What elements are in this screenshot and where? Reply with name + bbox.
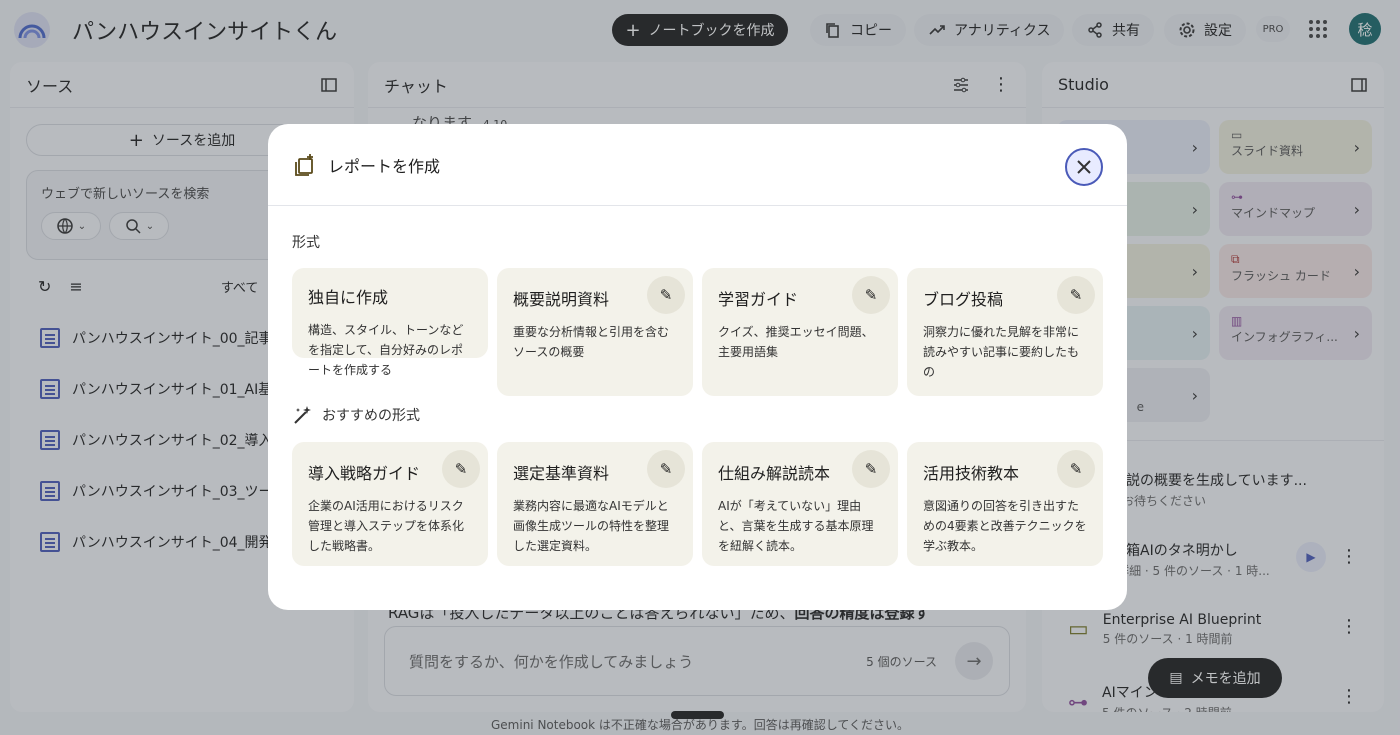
edit-button[interactable]: ✎ [852, 276, 890, 314]
format-card-study-guide[interactable]: 学習ガイド クイズ、推奨エッセイ問題、主要用語集 ✎ [702, 268, 898, 396]
edit-button[interactable]: ✎ [647, 276, 685, 314]
create-report-dialog: レポートを作成 形式 独自に作成 構造、スタイル、トーンなどを指定して、自分好み… [268, 124, 1127, 610]
format-card-custom[interactable]: 独自に作成 構造、スタイル、トーンなどを指定して、自分好みのレポートを作成する [292, 268, 488, 377]
recommended-card[interactable]: 導入戦略ガイド 企業のAI活用におけるリスク管理と導入ステップを体系化した戦略書… [292, 442, 488, 566]
recommended-card[interactable]: 選定基準資料 業務内容に最適なAIモデルと画像生成ツールの特性を整理した選定資料… [497, 442, 693, 566]
format-card-briefing[interactable]: 概要説明資料 重要な分析情報と引用を含むソースの概要 ✎ [497, 268, 693, 396]
edit-button[interactable]: ✎ [647, 450, 685, 488]
format-card-blog-post[interactable]: ブログ投稿 洞察力に優れた見解を非常に読みやすい記事に要約したもの ✎ [907, 268, 1103, 396]
recommended-cards: 導入戦略ガイド 企業のAI活用におけるリスク管理と導入ステップを体系化した戦略書… [292, 442, 1103, 566]
close-icon [1077, 160, 1091, 174]
magic-wand-icon [294, 406, 311, 424]
format-section-label: 形式 [292, 235, 320, 251]
edit-button[interactable]: ✎ [442, 450, 480, 488]
pencil-icon: ✎ [1069, 286, 1083, 304]
pencil-icon: ✎ [454, 460, 468, 478]
close-button[interactable] [1065, 148, 1103, 186]
dialog-title: レポートを作成 [328, 156, 441, 176]
recommended-section-label: おすすめの形式 [292, 404, 420, 426]
report-add-icon [295, 153, 313, 176]
pencil-icon: ✎ [864, 286, 878, 304]
pencil-icon: ✎ [1069, 460, 1083, 478]
recommended-card[interactable]: 仕組み解説読本 AIが「考えていない」理由と、言葉を生成する基本原理を紐解く読本… [702, 442, 898, 566]
format-cards: 独自に作成 構造、スタイル、トーンなどを指定して、自分好みのレポートを作成する … [292, 268, 1103, 396]
pencil-icon: ✎ [659, 460, 673, 478]
recommended-card[interactable]: 活用技術教本 意図通りの回答を引き出すための4要素と改善テクニックを学ぶ教本。 … [907, 442, 1103, 566]
dialog-header: レポートを作成 [268, 124, 1127, 206]
edit-button[interactable]: ✎ [1057, 276, 1095, 314]
edit-button[interactable]: ✎ [852, 450, 890, 488]
pencil-icon: ✎ [864, 460, 878, 478]
edit-button[interactable]: ✎ [1057, 450, 1095, 488]
pencil-icon: ✎ [659, 286, 673, 304]
